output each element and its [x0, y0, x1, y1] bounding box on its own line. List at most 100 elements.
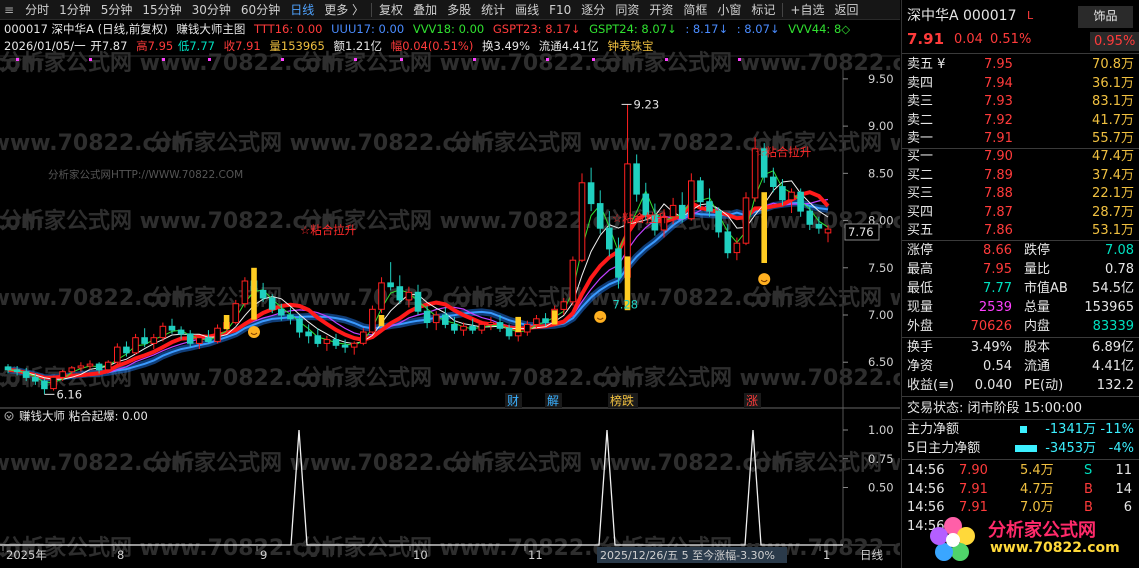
- toolbar-item-7[interactable]: 更多 〉: [319, 0, 369, 20]
- candle: [505, 327, 513, 337]
- tick-count: 11: [1115, 463, 1132, 478]
- toolbar-item-14[interactable]: 逐分: [576, 0, 610, 20]
- toolbar-item-9[interactable]: 叠加: [408, 0, 442, 20]
- toolbar-item-2[interactable]: 5分钟: [96, 0, 138, 20]
- toolbar-item-13[interactable]: F10: [544, 0, 576, 20]
- event-tag[interactable]: 解: [547, 394, 559, 408]
- tick-row: 14:56 7.90 5.4万 S 11: [902, 461, 1139, 480]
- candle: [77, 365, 85, 369]
- candle: [706, 201, 713, 212]
- smile-mouth: [760, 279, 768, 283]
- toolbar-item-21[interactable]: 返回: [829, 0, 863, 20]
- toolbar-item-15[interactable]: 同资: [610, 0, 644, 20]
- toolbar-item-3[interactable]: 15分钟: [137, 0, 186, 20]
- candle: [688, 180, 695, 220]
- asks-row[interactable]: 卖二 7.92 41.7万: [902, 111, 1139, 130]
- toolbar-item-8[interactable]: 复权: [374, 0, 408, 20]
- tick-time: 14:56: [907, 481, 945, 497]
- asks-row[interactable]: 卖一 7.91 55.7万: [902, 129, 1139, 148]
- toolbar-item-0[interactable]: 分时: [20, 0, 54, 20]
- asks-row[interactable]: 卖三 7.93 83.1万: [902, 92, 1139, 111]
- toolbar-item-5[interactable]: 60分钟: [236, 0, 285, 20]
- toolbar-item-17[interactable]: 简框: [678, 0, 712, 20]
- toolbar-item-20[interactable]: +自选: [785, 0, 829, 20]
- formula-name[interactable]: 赚钱大师主图: [176, 22, 245, 36]
- price-tick-label: 6.50: [868, 355, 894, 369]
- watermark-text: 分析家公式网 www.70822.com: [750, 130, 900, 156]
- candle: [788, 191, 795, 201]
- candle: [624, 163, 631, 278]
- toolbar-item-10[interactable]: 多股: [442, 0, 476, 20]
- bar-volume: 量153965: [269, 39, 325, 53]
- collapse-icon[interactable]: ≡: [0, 0, 20, 20]
- event-tag[interactable]: 榜跌: [610, 393, 634, 408]
- toolbar-item-6[interactable]: 日线: [285, 0, 319, 20]
- stock-name-label: 000017 深中华A (日线,前复权): [4, 22, 168, 36]
- flow-row[interactable]: 主力净额 -1341万 -11%: [902, 420, 1139, 439]
- flow-pct: -4%: [1108, 441, 1134, 456]
- sub-indicator: 1.00 0.75 0.50: [0, 423, 894, 546]
- stat-row: 收益(≡) 0.040 PE(动) 132.2: [902, 376, 1139, 395]
- candle: [350, 342, 358, 348]
- candle: [824, 228, 832, 234]
- candle: [578, 182, 586, 261]
- category-badge[interactable]: 饰品: [1078, 6, 1133, 28]
- smile-mouth: [596, 317, 604, 320]
- stat-value: 7.08: [1105, 243, 1134, 258]
- ma-line-purple: [7, 198, 829, 379]
- candle: [259, 289, 267, 299]
- stat-value: 7.77: [983, 281, 1012, 296]
- toolbar-item-18[interactable]: 小窗: [712, 0, 746, 20]
- bids-row[interactable]: 买一 7.90 47.4万: [902, 147, 1139, 166]
- flow-row[interactable]: 5日主力净额 -3453万 -4%: [902, 439, 1139, 458]
- cursor-date-label: 2025/12/26/五 5 至今涨幅-3.30%: [600, 548, 775, 562]
- event-tag[interactable]: 涨: [746, 393, 758, 408]
- period-label[interactable]: 日线: [860, 548, 883, 562]
- stat-row: 涨停 8.66 跌停 7.08: [902, 241, 1139, 260]
- candle: [186, 333, 194, 344]
- tick-side: S: [1084, 463, 1093, 478]
- candle: [469, 325, 476, 331]
- peak-price-label: 9.23: [634, 97, 660, 111]
- bids-row[interactable]: 买三 7.88 22.1万: [902, 184, 1139, 203]
- line-value-1: : 8.17↓: [685, 22, 729, 36]
- asks-row[interactable]: 卖四 7.94 36.1万: [902, 74, 1139, 93]
- toolbar-item-11[interactable]: 统计: [476, 0, 510, 20]
- sub-collapse-icon[interactable]: [4, 411, 14, 421]
- stat-label: 涨停: [907, 243, 934, 258]
- quote-title: 深中华A 000017: [907, 8, 1017, 24]
- candle: [514, 331, 522, 337]
- stat-row: 现量 2539 总量 153965: [902, 298, 1139, 317]
- watermark-url: 分析家公式网HTTP://WWW.70822.COM: [48, 168, 243, 181]
- stat-label: 最高: [907, 262, 934, 277]
- bids-volume: 53.1万: [1092, 223, 1134, 238]
- candle: [223, 322, 230, 329]
- event-tag-bg: [545, 393, 562, 408]
- marker-dot: [208, 58, 211, 61]
- stat-row: 最低 7.77 市值AB 54.5亿: [902, 279, 1139, 298]
- asks-volume: 70.8万: [1092, 57, 1134, 72]
- event-tag-bg: [744, 393, 761, 408]
- event-tag[interactable]: 财: [507, 394, 519, 408]
- tick-count: 14: [1115, 481, 1132, 497]
- candle: [332, 339, 340, 346]
- toolbar-item-1[interactable]: 1分钟: [54, 0, 96, 20]
- kline-chart[interactable]: 分析家公式网 www.70822.com 分析家公式网 www.70822.com…: [0, 0, 900, 568]
- stat-label: 股本: [1024, 340, 1051, 355]
- asks-row[interactable]: 卖五 ¥ 7.95 70.8万: [902, 55, 1139, 74]
- candle: [159, 325, 167, 339]
- tick-time: 14:56: [907, 463, 945, 478]
- bids-row[interactable]: 买四 7.87 28.7万: [902, 203, 1139, 222]
- toolbar-item-12[interactable]: 画线: [510, 0, 544, 20]
- bids-row[interactable]: 买五 7.86 53.1万: [902, 221, 1139, 240]
- toolbar-item-16[interactable]: 开资: [644, 0, 678, 20]
- bids-row[interactable]: 买二 7.89 37.4万: [902, 166, 1139, 185]
- bids-label: 买二: [907, 167, 934, 183]
- date-axis: 2025年 8 9 10 11 1: [2, 545, 830, 562]
- toolbar-item-19[interactable]: 标记: [746, 0, 780, 20]
- sector-link[interactable]: 钟表珠宝: [607, 39, 653, 53]
- candle: [432, 314, 440, 324]
- toolbar-item-4[interactable]: 30分钟: [187, 0, 236, 20]
- watermark-text: 分析家公式网 www.70822.com: [600, 535, 900, 561]
- sub-indicator-line: [0, 429, 843, 546]
